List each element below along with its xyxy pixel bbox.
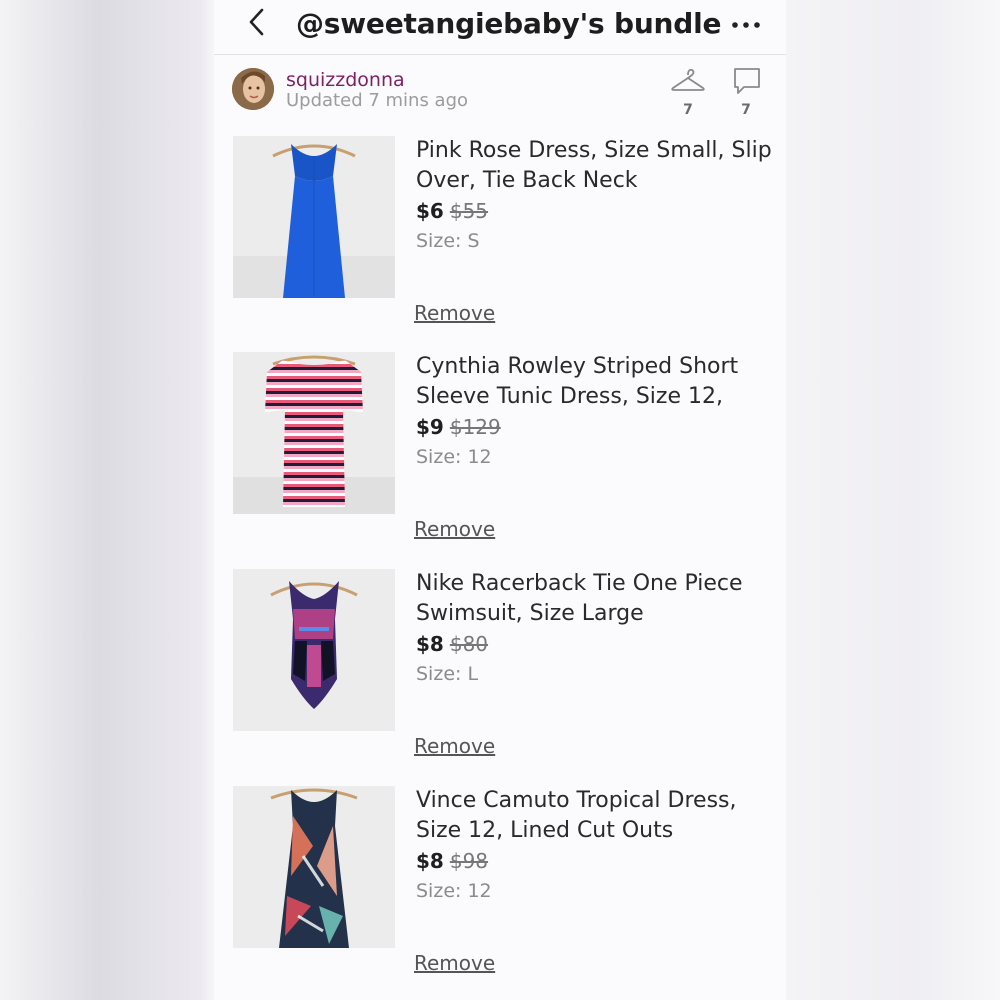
item-price: $8 — [416, 632, 444, 656]
remove-link[interactable]: Remove — [414, 516, 495, 542]
item-title[interactable]: Cynthia Rowley Striped Short Sleeve Tuni… — [416, 352, 776, 412]
original-price: $98 — [449, 849, 489, 873]
item-size: Size: 12 — [416, 880, 492, 902]
price-row: $9 $129 — [416, 414, 501, 440]
page-title: @sweetangiebaby's bundle — [296, 7, 722, 40]
item-photo-blue-dress[interactable] — [233, 136, 395, 298]
original-price: $80 — [449, 632, 489, 656]
likes-stat[interactable]: 7 — [668, 64, 708, 120]
item-photo-striped-dress[interactable] — [233, 352, 395, 514]
chevron-left-icon — [247, 7, 267, 41]
bundle-screen: @sweetangiebaby's bundle squizzdonna Upd… — [214, 0, 786, 1000]
price-row: $8 $80 — [416, 631, 488, 657]
item-title[interactable]: Nike Racerback Tie One Piece Swimsuit, S… — [416, 569, 776, 629]
original-price: $55 — [449, 199, 489, 223]
item-price: $8 — [416, 849, 444, 873]
list-item: Nike Racerback Tie One Piece Swimsuit, S… — [214, 569, 786, 769]
back-button[interactable] — [240, 6, 274, 42]
list-item: Vince Camuto Tropical Dress, Size 12, Li… — [214, 786, 786, 986]
more-horizontal-icon — [731, 14, 761, 33]
item-size: Size: L — [416, 663, 479, 685]
list-item: Cynthia Rowley Striped Short Sleeve Tuni… — [214, 352, 786, 552]
list-item: Pink Rose Dress, Size Small, Slip Over, … — [214, 136, 786, 336]
price-row: $6 $55 — [416, 198, 488, 224]
price-row: $8 $98 — [416, 848, 488, 874]
remove-link[interactable]: Remove — [414, 300, 495, 326]
updated-timestamp: Updated 7 mins ago — [286, 90, 469, 111]
avatar[interactable] — [232, 68, 274, 110]
item-size: Size: 12 — [416, 446, 492, 468]
hanger-icon — [670, 66, 706, 100]
seller-row: squizzdonna Updated 7 mins ago 7 7 — [214, 58, 786, 124]
item-photo-tropical-dress[interactable] — [233, 786, 395, 948]
item-photo-swimsuit[interactable] — [233, 569, 395, 731]
seller-username[interactable]: squizzdonna — [286, 68, 405, 92]
item-price: $6 — [416, 199, 444, 223]
remove-link[interactable]: Remove — [414, 733, 495, 759]
comment-icon — [732, 66, 762, 100]
comments-stat[interactable]: 7 — [726, 64, 766, 120]
remove-link[interactable]: Remove — [414, 950, 495, 976]
item-size: Size: S — [416, 230, 480, 252]
more-options-button[interactable] — [726, 8, 766, 38]
background-right — [786, 0, 1000, 1000]
original-price: $129 — [449, 415, 501, 439]
item-title[interactable]: Pink Rose Dress, Size Small, Slip Over, … — [416, 136, 776, 196]
item-title[interactable]: Vince Camuto Tropical Dress, Size 12, Li… — [416, 786, 776, 846]
item-price: $9 — [416, 415, 444, 439]
app-header: @sweetangiebaby's bundle — [214, 0, 786, 55]
likes-count: 7 — [683, 102, 693, 118]
comments-count: 7 — [741, 102, 751, 118]
